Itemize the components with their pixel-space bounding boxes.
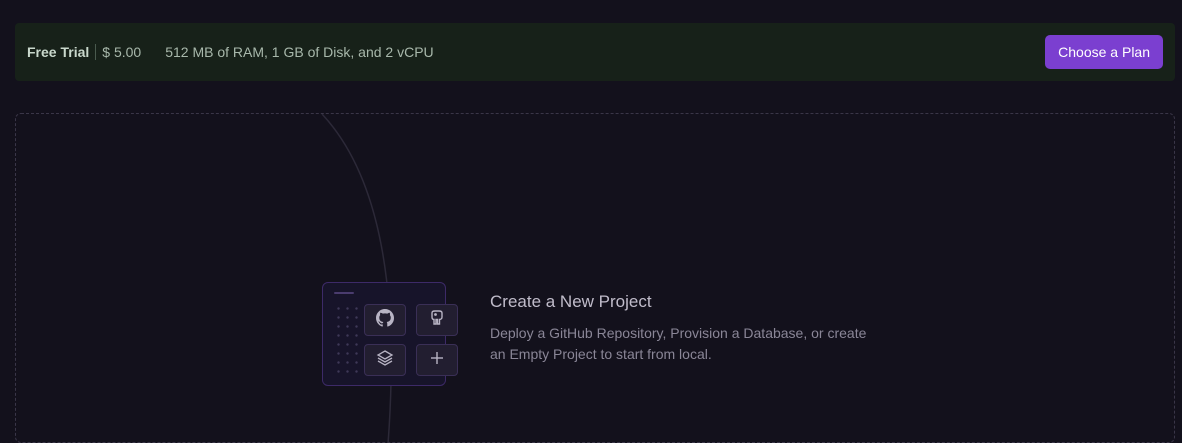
free-trial-banner: Free Trial $ 5.00 512 MB of RAM, 1 GB of…: [15, 23, 1175, 81]
illustration-dot-grid: [334, 304, 362, 378]
illustration-line: [334, 292, 354, 294]
empty-project-tile: [416, 344, 458, 376]
github-icon: [376, 308, 394, 332]
plus-icon: [429, 350, 445, 371]
new-project-dropzone[interactable]: Create a New Project Deploy a GitHub Rep…: [15, 113, 1175, 443]
divider: [95, 44, 97, 60]
trial-credit: $ 5.00: [102, 44, 142, 60]
database-tile: [416, 304, 458, 336]
trial-plan-name: Free Trial: [27, 44, 90, 60]
project-illustration: [322, 282, 462, 390]
trial-resource-specs: 512 MB of RAM, 1 GB of Disk, and 2 vCPU: [165, 44, 434, 60]
background-arc: [321, 114, 392, 442]
create-project-title: Create a New Project: [490, 292, 652, 311]
postgres-elephant-icon: [428, 309, 446, 332]
template-tile: [364, 344, 406, 376]
layers-icon: [376, 349, 394, 372]
choose-plan-button[interactable]: Choose a Plan: [1045, 35, 1163, 69]
create-project-description: Deploy a GitHub Repository, Provision a …: [490, 325, 867, 362]
github-tile: [364, 304, 406, 336]
